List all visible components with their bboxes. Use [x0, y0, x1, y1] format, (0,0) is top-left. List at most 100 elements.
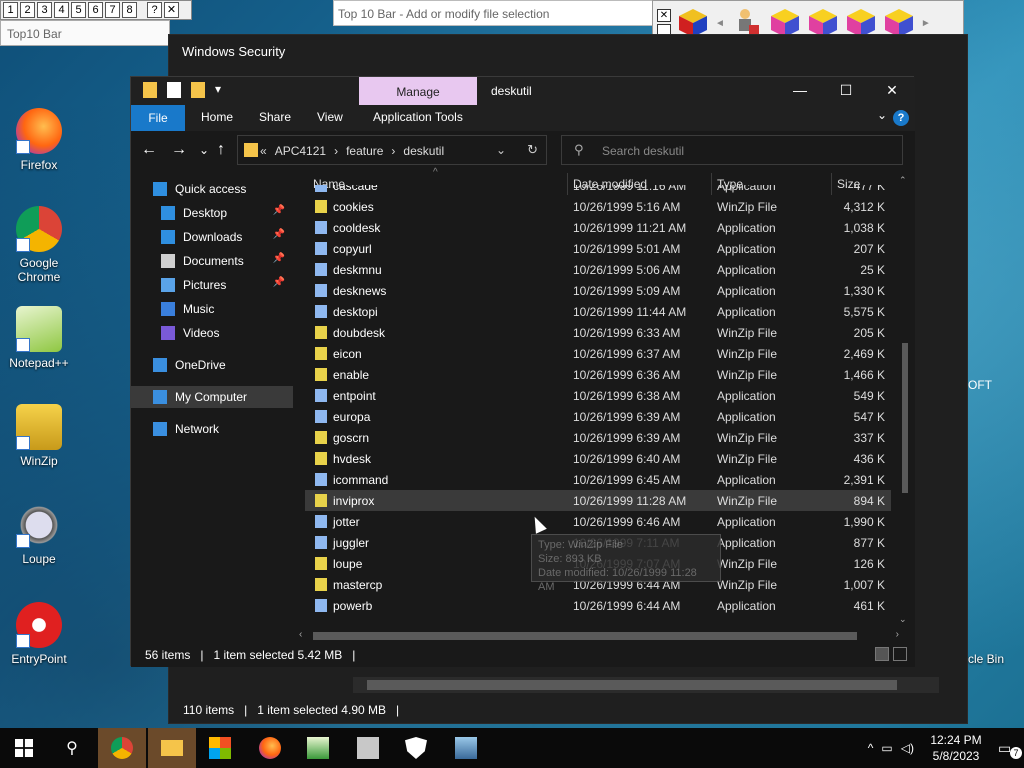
refresh-icon[interactable]: ↻	[527, 142, 538, 158]
large-icons-view-icon[interactable]	[893, 647, 907, 661]
expand-ribbon-chevron-icon[interactable]: ⌄	[877, 108, 887, 122]
pin-icon[interactable]: 📌	[273, 205, 285, 216]
sidebar-item-my-computer[interactable]: My Computer	[131, 386, 293, 408]
search-taskbar-button[interactable]: ⚲	[48, 728, 96, 768]
scrollbar-thumb[interactable]	[313, 632, 857, 640]
taskbar-winzip[interactable]	[344, 728, 392, 768]
tab-application-tools[interactable]: Application Tools	[373, 110, 463, 124]
table-row[interactable]: powerb 10/26/1999 6:44 AM Application 461 K	[305, 595, 891, 616]
table-row[interactable]: europa 10/26/1999 6:39 AM Application 547 K	[305, 406, 891, 427]
table-row[interactable]: hvdesk 10/26/1999 6:40 AM WinZip File 436 K	[305, 448, 891, 469]
pin-icon[interactable]: 📌	[273, 253, 285, 264]
desktop-icon-entrypoint[interactable]: EntryPoint	[2, 602, 76, 666]
top10-close-button[interactable]: ✕	[164, 2, 179, 18]
network-icon[interactable]: ▭	[881, 741, 892, 755]
desktop-icon-notepadpp[interactable]: Notepad++	[2, 306, 76, 370]
table-row[interactable]: copyurl 10/26/1999 5:01 AM Application 207 …	[305, 238, 891, 259]
breadcrumb-item[interactable]: feature	[346, 144, 383, 158]
scroll-down-icon[interactable]: ⌄	[899, 614, 907, 625]
properties-icon[interactable]	[167, 82, 181, 98]
search-placeholder[interactable]: Search deskutil	[602, 144, 684, 158]
desktop-icon-firefox[interactable]: Firefox	[2, 108, 76, 172]
scroll-right-icon[interactable]: ›	[896, 629, 899, 640]
toolbar-scroll-left-icon[interactable]: ◄	[715, 18, 725, 29]
explorer-titlebar[interactable]: ▾ Manage deskutil — ☐ ✕	[131, 77, 915, 105]
address-dropdown-icon[interactable]: ⌄	[496, 143, 506, 157]
top10-slot-2-button[interactable]: 2	[20, 2, 35, 18]
scroll-up-icon[interactable]: ⌃	[899, 175, 907, 186]
table-row[interactable]: deskmnu 10/26/1999 5:06 AM Application 25 K	[305, 259, 891, 280]
toolbar-close-button[interactable]: ✕	[657, 9, 671, 22]
close-button[interactable]: ✕	[877, 82, 907, 99]
table-row[interactable]: inviprox 10/26/1999 11:28 AM WinZip File 89…	[305, 490, 891, 511]
top10-slot-6-button[interactable]: 6	[88, 2, 103, 18]
maximize-button[interactable]: ☐	[831, 82, 861, 99]
top10-help-button[interactable]: ?	[147, 2, 162, 18]
tab-share[interactable]: Share	[259, 110, 291, 124]
breadcrumb-item[interactable]: deskutil	[403, 144, 444, 158]
tab-manage[interactable]: Manage	[359, 77, 477, 105]
start-button[interactable]	[0, 728, 48, 768]
taskbar-chrome[interactable]	[98, 728, 146, 768]
table-row[interactable]: eicon 10/26/1999 6:37 AM WinZip File 2,469 …	[305, 343, 891, 364]
up-arrow-icon[interactable]: ↑	[217, 141, 225, 159]
scroll-left-icon[interactable]: ‹	[299, 629, 302, 640]
help-icon[interactable]: ?	[893, 110, 909, 126]
sidebar-item-pictures[interactable]: Pictures 📌	[131, 274, 293, 296]
taskbar-file-explorer[interactable]	[148, 728, 196, 768]
notification-center-icon[interactable]: ▭ 7	[998, 740, 1024, 759]
recycle-bin-label[interactable]: ycle Bin	[962, 652, 1004, 666]
new-folder-icon[interactable]	[191, 82, 205, 98]
details-view-icon[interactable]	[875, 647, 889, 661]
folder-icon[interactable]	[143, 82, 157, 98]
table-row[interactable]: desknews 10/26/1999 5:09 AM Application 1,3…	[305, 280, 891, 301]
horizontal-scrollbar[interactable]: ‹ ›	[299, 629, 899, 643]
pin-icon[interactable]: 📌	[273, 229, 285, 240]
scrollbar-thumb[interactable]	[367, 680, 897, 690]
table-row[interactable]: desktopi 10/26/1999 11:44 AM Application 5,…	[305, 301, 891, 322]
top10-slot-5-button[interactable]: 5	[71, 2, 86, 18]
top10-slot-3-button[interactable]: 3	[37, 2, 52, 18]
table-row[interactable]: entpoint 10/26/1999 6:38 AM Application 549…	[305, 385, 891, 406]
table-row[interactable]: cooldesk 10/26/1999 11:21 AM Application 1,…	[305, 217, 891, 238]
address-bar[interactable]: « APC4121 › feature › deskutil ⌄ ↻	[237, 135, 547, 165]
top10-slot-8-button[interactable]: 8	[122, 2, 137, 18]
customize-toolbar-icon[interactable]: ▾	[215, 82, 221, 98]
back-arrow-icon[interactable]: ←	[141, 141, 157, 159]
sidebar-item-music[interactable]: Music	[131, 298, 293, 320]
table-row[interactable]: enable 10/26/1999 6:36 AM WinZip File 1,466…	[305, 364, 891, 385]
scrollbar-thumb[interactable]	[902, 343, 908, 493]
desktop-icon-chrome[interactable]: Google Chrome	[2, 206, 76, 284]
sidebar-item-videos[interactable]: Videos	[131, 322, 293, 344]
top10-slot-4-button[interactable]: 4	[54, 2, 69, 18]
table-row[interactable]: jotter 10/26/1999 6:46 AM Application 1,990…	[305, 511, 891, 532]
sidebar-item-downloads[interactable]: Downloads 📌	[131, 226, 293, 248]
sidebar-item-documents[interactable]: Documents 📌	[131, 250, 293, 272]
pin-icon[interactable]: 📌	[273, 277, 285, 288]
minimize-button[interactable]: —	[785, 82, 815, 98]
taskbar-firefox[interactable]	[246, 728, 294, 768]
breadcrumb-item[interactable]: APC4121	[275, 144, 326, 158]
tab-view[interactable]: View	[317, 110, 343, 124]
taskbar-network-app[interactable]	[442, 728, 490, 768]
clock[interactable]: 12:24 PM 5/8/2023	[922, 732, 990, 764]
forward-arrow-icon[interactable]: →	[171, 141, 187, 159]
table-row[interactable]: doubdesk 10/26/1999 6:33 AM WinZip File 205…	[305, 322, 891, 343]
sidebar-item-desktop[interactable]: Desktop 📌	[131, 202, 293, 224]
vertical-scrollbar[interactable]: ⌃ ⌄	[899, 173, 911, 625]
sidebar-item-onedrive[interactable]: OneDrive	[131, 354, 293, 376]
tab-file[interactable]: File	[131, 105, 185, 131]
tab-home[interactable]: Home	[201, 110, 233, 124]
tray-overflow-chevron-icon[interactable]: ^	[868, 741, 874, 755]
top10-slot-7-button[interactable]: 7	[105, 2, 120, 18]
toolbar-scroll-right-icon[interactable]: ►	[921, 18, 931, 29]
search-box[interactable]: ⚲ Search deskutil	[561, 135, 903, 165]
breadcrumb-overflow[interactable]: «	[260, 144, 267, 158]
taskbar-spreadsheet[interactable]	[294, 728, 342, 768]
taskbar-store[interactable]	[196, 728, 244, 768]
background-hscrollbar[interactable]	[353, 677, 939, 693]
sidebar-item-network[interactable]: Network	[131, 418, 293, 440]
recent-locations-chevron-icon[interactable]: ⌄	[199, 143, 209, 157]
desktop-icon-winzip[interactable]: WinZip	[2, 404, 76, 468]
volume-icon[interactable]: ◁)	[901, 741, 914, 755]
